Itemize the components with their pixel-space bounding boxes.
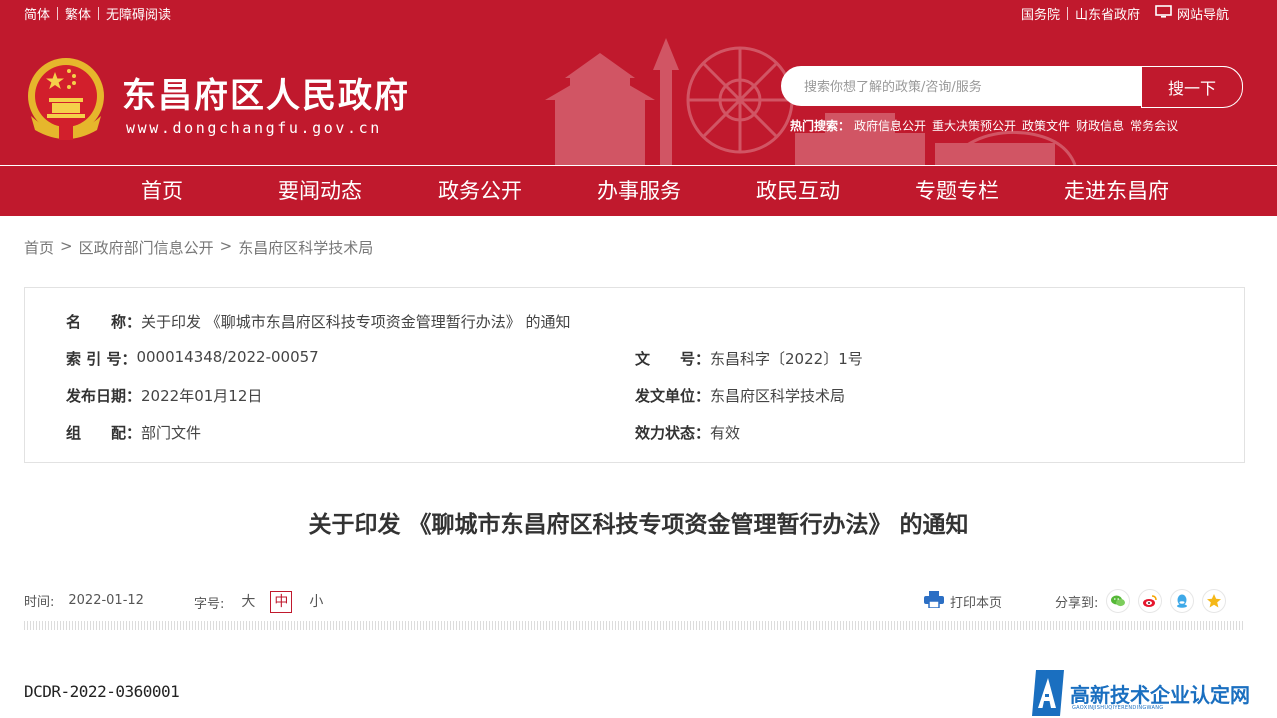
info-unit-row: 发文单位： 东昌府区科学技术局 (635, 385, 845, 406)
monitor-icon (1155, 4, 1172, 23)
watermark-text: 高新技术企业认定网 (1070, 683, 1250, 707)
info-status-value: 有效 (710, 424, 741, 442)
font-medium-button[interactable]: 中 (270, 591, 293, 613)
breadcrumb-separator: > (60, 237, 73, 255)
dotted-divider (24, 621, 1243, 630)
hot-item[interactable]: 重大决策预公开 (932, 117, 1016, 134)
info-group-value: 部门文件 (141, 424, 202, 442)
info-status-label: 效力状态： (635, 424, 711, 442)
font-large-button[interactable]: 大 (238, 592, 258, 612)
topbar-left: 简体 繁体 无障碍阅读 (24, 4, 171, 23)
info-name-row: 名 称： 关于印发 《聊城市东昌府区科技专项资金管理暂行办法》 的通知 (66, 311, 571, 332)
time-label: 时间: (24, 595, 55, 610)
divider (57, 7, 59, 20)
info-docno-value: 东昌科字〔2022〕1号 (710, 350, 863, 368)
info-docno-row: 文 号： 东昌科字〔2022〕1号 (635, 348, 863, 369)
info-index-value: 000014348/2022-00057 (136, 348, 319, 366)
nav-topics[interactable]: 专题专栏 (915, 166, 999, 216)
hot-item[interactable]: 财政信息 (1076, 117, 1124, 134)
info-index-row: 索 引 号： 000014348/2022-00057 (66, 348, 319, 369)
breadcrumb: 首页 > 区政府部门信息公开 > 东昌府区科学技术局 (24, 237, 373, 258)
nav-about[interactable]: 走进东昌府 (1064, 166, 1169, 216)
simplified-link[interactable]: 简体 (24, 4, 50, 23)
breadcrumb-home[interactable]: 首页 (24, 237, 54, 258)
hot-search: 热门搜索： 政府信息公开 重大决策预公开 政策文件 财政信息 常务会议 (790, 117, 1184, 134)
qzone-icon[interactable] (1202, 589, 1227, 613)
breadcrumb-separator: > (219, 237, 233, 255)
info-date-value: 2022年01月12日 (141, 387, 263, 405)
qq-icon[interactable] (1170, 589, 1195, 613)
hot-item[interactable]: 常务会议 (1130, 117, 1178, 134)
info-name-label: 名 称： (66, 313, 142, 331)
divider (1066, 7, 1068, 20)
site-header: 简体 繁体 无障碍阅读 国务院 山东省政府 网站导航 东昌府区人民政府 www.… (0, 0, 1277, 165)
state-council-link[interactable]: 国务院 (1021, 4, 1060, 23)
watermark-subtext: GAOXINJISHUQIYERENDINGWANG (1072, 705, 1164, 711)
info-unit-value: 东昌府区科学技术局 (710, 387, 846, 405)
font-small-button[interactable]: 小 (306, 592, 326, 612)
search-input[interactable] (802, 67, 1136, 107)
printer-icon (924, 591, 944, 612)
weibo-icon[interactable] (1138, 589, 1163, 613)
info-group-row: 组 配： 部门文件 (66, 422, 201, 443)
info-date-row: 发布日期： 2022年01月12日 (66, 385, 262, 406)
traditional-link[interactable]: 繁体 (65, 4, 91, 23)
site-nav-link[interactable]: 网站导航 (1177, 4, 1229, 23)
site-url: www.dongchangfu.gov.cn (126, 119, 382, 137)
share-bar: 分享到: (1055, 589, 1227, 613)
wechat-icon[interactable] (1106, 589, 1131, 613)
share-label: 分享到: (1055, 595, 1099, 611)
info-date-label: 发布日期： (66, 387, 142, 405)
search-button[interactable]: 搜一下 (1141, 66, 1243, 108)
nav-home[interactable]: 首页 (141, 166, 183, 216)
time-value: 2022-01-12 (68, 593, 144, 608)
national-emblem-icon (25, 56, 107, 142)
main-nav: 首页 要闻动态 政务公开 办事服务 政民互动 专题专栏 走进东昌府 (0, 166, 1277, 216)
info-unit-label: 发文单位： (635, 387, 711, 405)
print-button[interactable]: 打印本页 (924, 591, 1002, 612)
info-index-label: 索 引 号： (66, 350, 137, 368)
info-status-row: 效力状态： 有效 (635, 422, 740, 443)
shandong-gov-link[interactable]: 山东省政府 (1075, 4, 1140, 23)
info-name-value: 关于印发 《聊城市东昌府区科技专项资金管理暂行办法》 的通知 (141, 313, 571, 331)
font-size-control: 字号: 大 中 小 (194, 591, 326, 613)
info-group-label: 组 配： (66, 424, 142, 442)
hot-item[interactable]: 政策文件 (1022, 117, 1070, 134)
search-box: 搜一下 (781, 66, 1243, 108)
document-info-panel: 名 称： 关于印发 《聊城市东昌府区科技专项资金管理暂行办法》 的通知 索 引 … (24, 287, 1245, 463)
article-title: 关于印发 《聊城市东昌府区科技专项资金管理暂行办法》 的通知 (308, 512, 969, 538)
watermark-logo: 高新技术企业认定网 GAOXINJISHUQIYERENDINGWANG (1030, 668, 1277, 718)
info-docno-label: 文 号： (635, 350, 711, 368)
breadcrumb-dept-info[interactable]: 区政府部门信息公开 (79, 237, 214, 258)
topbar-right: 国务院 山东省政府 网站导航 (1021, 4, 1229, 23)
nav-news[interactable]: 要闻动态 (278, 166, 362, 216)
print-label: 打印本页 (950, 596, 1003, 611)
letter-a-logo-icon (1032, 670, 1064, 716)
document-code: DCDR-2022-0360001 (24, 682, 180, 701)
font-size-label: 字号: (194, 596, 225, 612)
divider (98, 7, 100, 20)
breadcrumb-science-bureau[interactable]: 东昌府区科学技术局 (238, 237, 373, 258)
nav-interaction[interactable]: 政民互动 (756, 166, 840, 216)
nav-services[interactable]: 办事服务 (597, 166, 681, 216)
hot-item[interactable]: 政府信息公开 (854, 117, 926, 134)
site-title: 东昌府区人民政府 (122, 76, 410, 116)
hot-search-label: 热门搜索： (790, 119, 851, 133)
publish-time: 时间: 2022-01-12 (24, 591, 144, 610)
accessibility-link[interactable]: 无障碍阅读 (106, 4, 171, 23)
nav-gov-affairs[interactable]: 政务公开 (438, 166, 522, 216)
